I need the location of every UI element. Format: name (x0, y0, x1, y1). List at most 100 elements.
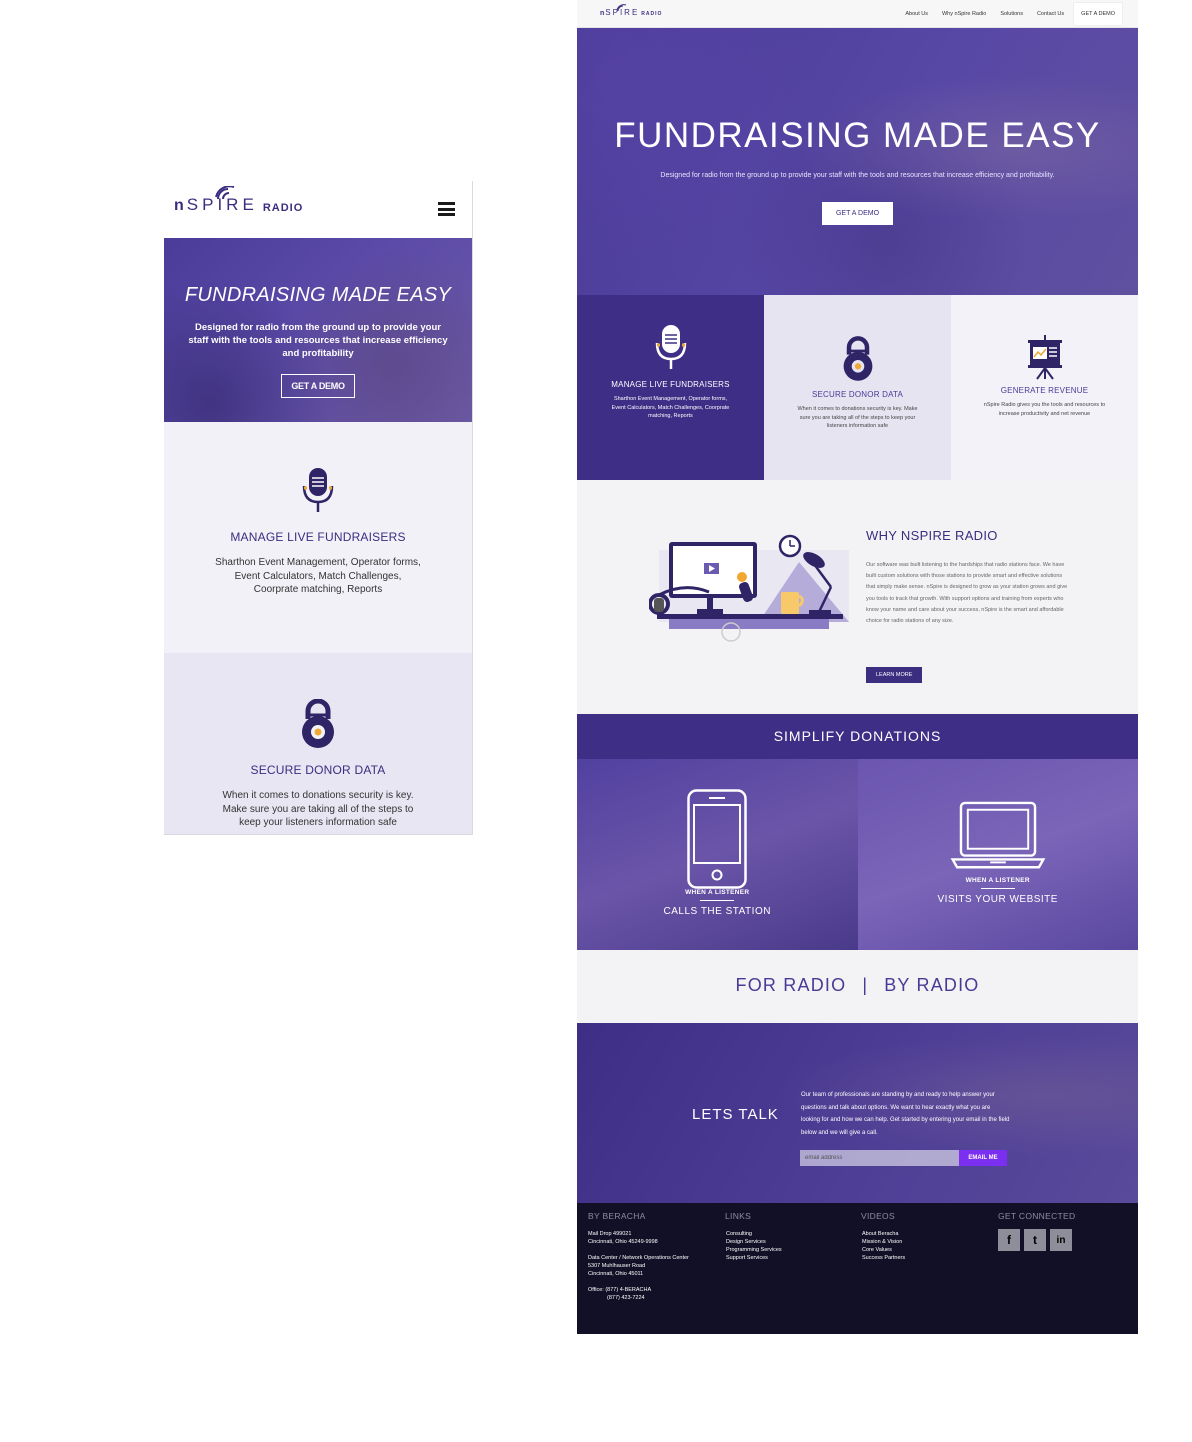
footer-video-about-beracha[interactable]: About Beracha (862, 1230, 905, 1238)
feature-title: MANAGE LIVE FUNDRAISERS (611, 380, 730, 389)
footer-heading: VIDEOS (861, 1211, 895, 1221)
nav-get-demo-button[interactable]: GET A DEMO (1074, 2, 1122, 25)
email-me-button[interactable]: EMAIL ME (959, 1150, 1007, 1166)
footer-link-design-services[interactable]: Design Services (726, 1238, 782, 1246)
feature-title: SECURE DONOR DATA (250, 763, 386, 777)
feature-description: Sharthon Event Management, Operator form… (611, 396, 730, 419)
lets-talk-section: LETS TALK Our team of professionals are … (577, 1023, 1138, 1203)
signal-waves-icon (616, 4, 627, 12)
simplify-donations-heading: SIMPLIFY DONATIONS (577, 714, 1138, 759)
footer-address-line: Mail Drop 499021 (588, 1231, 632, 1237)
social-icons: f t in (998, 1229, 1076, 1251)
footer-col-links: LINKS Consulting Design Services Program… (725, 1211, 782, 1262)
logo-radio: RADIO (262, 202, 304, 214)
lets-talk-title: LETS TALK (692, 1106, 779, 1123)
for-radio-by-radio-banner: FOR RADIO | BY RADIO (577, 950, 1138, 1023)
footer-address-line: Cincinnati, Ohio 45011 (588, 1271, 644, 1277)
nav-item-solutions[interactable]: Solutions (1000, 11, 1023, 17)
donate-caption-big: VISITS YOUR WEBSITE (937, 894, 1058, 905)
footer: BY BERACHA Mail Drop 499021 Cincinnati, … (577, 1203, 1138, 1334)
donate-visits-website: WHEN A LISTENER VISITS YOUR WEBSITE (857, 759, 1138, 950)
feature-description: nSpire Radio gives you the tools and res… (983, 402, 1106, 417)
footer-address-line: 5307 Muhlhauser Road (588, 1263, 646, 1269)
footer-phone: Office: (877) 4-BERACHA (588, 1287, 652, 1293)
footer-phone: (877) 423-7224 (607, 1295, 645, 1301)
nav-menu: About Us Why nSpire Radio Solutions Cont… (891, 0, 1122, 27)
footer-col-connect: GET CONNECTED f t in (998, 1211, 1076, 1251)
padlock-icon (302, 699, 334, 748)
desktop-hero: FUNDRAISING MADE EASY Designed for radio… (577, 28, 1138, 295)
footer-heading: BY BERACHA (588, 1211, 646, 1221)
lets-talk-text: Our team of professionals are standing b… (801, 1092, 1010, 1136)
divider-line (980, 888, 1015, 889)
feature-title: GENERATE REVENUE (1000, 386, 1089, 395)
linkedin-icon[interactable]: in (1050, 1229, 1072, 1251)
email-field[interactable] (800, 1150, 959, 1166)
desktop-nav: n SPIRE RADIO About Us Why nSpire Radio … (577, 0, 1138, 28)
studio-desk-illustration (649, 534, 849, 642)
feature-description: When it comes to donations security is k… (797, 406, 918, 429)
by-radio-text: BY RADIO (884, 975, 980, 995)
why-nspire-section: WHY NSPIRE RADIO Our software was built … (577, 480, 1138, 714)
mobile-mockup: n SPIRE RADIO FUNDRAISING MADE EASY Desi… (164, 181, 473, 835)
nav-item-contact-us[interactable]: Contact Us (1037, 11, 1064, 17)
nav-item-why-nspire[interactable]: Why nSpire Radio (942, 11, 986, 17)
nspire-radio-logo[interactable]: n SPIRE RADIO (174, 186, 304, 215)
hero-title: FUNDRAISING MADE EASY (184, 284, 452, 306)
donate-options: WHEN A LISTENER CALLS THE STATION WHEN A… (577, 759, 1138, 950)
donate-caption-big: CALLS THE STATION (663, 906, 771, 917)
hero-title: FUNDRAISING MADE EASY (614, 116, 1101, 155)
nspire-radio-logo[interactable]: n SPIRE RADIO (600, 4, 662, 17)
twitter-icon[interactable]: t (1024, 1229, 1046, 1251)
footer-link-consulting[interactable]: Consulting (726, 1230, 782, 1238)
feature-manage-fundraisers: MANAGE LIVE FUNDRAISERS Sharthon Event M… (164, 422, 472, 653)
footer-video-mission-vision[interactable]: Mission & Vision (862, 1238, 905, 1246)
why-title: WHY NSPIRE RADIO (866, 528, 998, 543)
footer-video-core-values[interactable]: Core Values (862, 1246, 905, 1254)
facebook-icon[interactable]: f (998, 1229, 1020, 1251)
feature-manage-fundraisers: MANAGE LIVE FUNDRAISERS Sharthon Event M… (577, 295, 764, 480)
signal-waves-icon (215, 186, 235, 200)
logo-n: n (600, 10, 605, 17)
footer-video-success-partners[interactable]: Success Partners (862, 1254, 905, 1262)
features-row: MANAGE LIVE FUNDRAISERS Sharthon Event M… (577, 295, 1138, 480)
donate-caption-small: WHEN A LISTENER (685, 889, 750, 896)
feature-generate-revenue: GENERATE REVENUE nSpire Radio gives you … (951, 295, 1138, 480)
footer-spacer (588, 1246, 689, 1254)
footer-link-support-services[interactable]: Support Services (726, 1254, 782, 1262)
divider-line (700, 900, 735, 901)
microphone-icon (655, 325, 686, 369)
hero-subtitle: Designed for radio from the ground up to… (660, 172, 1055, 179)
smartphone-icon (687, 789, 747, 889)
desktop-mockup: n SPIRE RADIO About Us Why nSpire Radio … (577, 0, 1138, 1334)
get-demo-button[interactable]: GET A DEMO (821, 202, 894, 225)
learn-more-button[interactable]: LEARN MORE (866, 667, 923, 683)
footer-heading: GET CONNECTED (998, 1211, 1076, 1221)
hero-subtitle: Designed for radio from the ground up to… (188, 322, 448, 359)
feature-secure-donor-data: SECURE DONOR DATA When it comes to donat… (164, 653, 472, 834)
why-text: Our software was built listening to the … (866, 562, 1068, 625)
footer-spacer (588, 1278, 689, 1286)
mobile-header: n SPIRE RADIO (164, 181, 472, 238)
microphone-icon (302, 468, 334, 512)
footer-link-programming-services[interactable]: Programming Services (726, 1246, 782, 1254)
footer-address-line: Data Center / Network Operations Center (588, 1255, 689, 1261)
logo-n: n (174, 197, 184, 214)
feature-title: SECURE DONOR DATA (811, 390, 904, 399)
footer-col-beracha: BY BERACHA Mail Drop 499021 Cincinnati, … (588, 1211, 689, 1302)
for-radio-text: FOR RADIO (735, 975, 847, 995)
feature-title: MANAGE LIVE FUNDRAISERS (230, 530, 406, 544)
hamburger-menu-icon[interactable] (438, 202, 455, 216)
padlock-icon (843, 336, 872, 381)
get-demo-button[interactable]: GET A DEMO (281, 374, 355, 398)
presentation-board-icon (1027, 335, 1062, 380)
mobile-hero: FUNDRAISING MADE EASY Designed for radio… (164, 238, 472, 422)
donate-caption-small: WHEN A LISTENER (965, 877, 1030, 884)
feature-description: When it comes to donations security is k… (222, 790, 414, 828)
donate-calls-station: WHEN A LISTENER CALLS THE STATION (577, 759, 858, 950)
banner-separator: | (862, 975, 869, 995)
footer-address-line: Cincinnati, Ohio 45249-9998 (588, 1239, 658, 1245)
feature-secure-donor-data: SECURE DONOR DATA When it comes to donat… (764, 295, 951, 480)
nav-item-about-us[interactable]: About Us (905, 11, 928, 17)
laptop-icon (950, 801, 1046, 869)
